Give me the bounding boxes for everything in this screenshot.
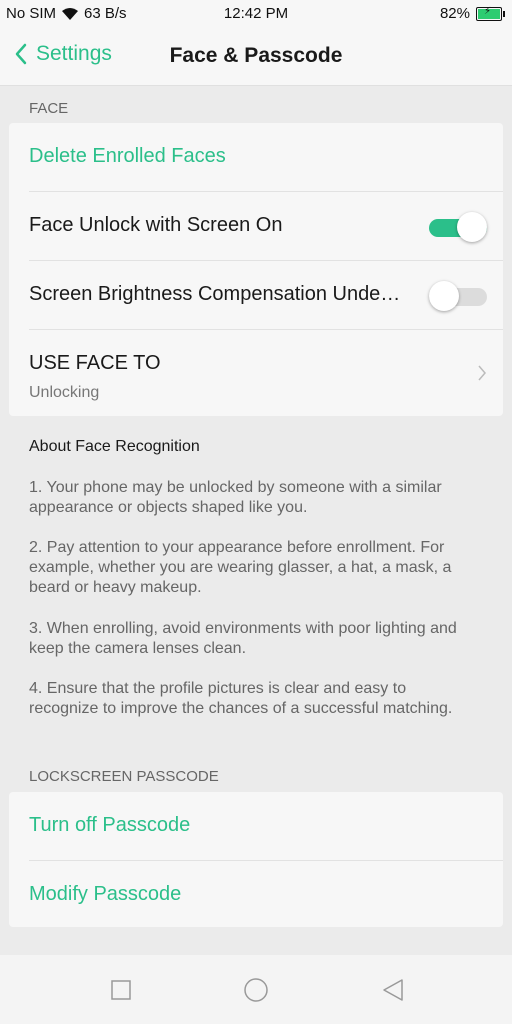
page-title: Face & Passcode (169, 44, 343, 67)
about-item: 1. Your phone may be unlocked by someone… (29, 479, 442, 516)
battery-charging-icon (476, 6, 505, 21)
turn-off-passcode-row[interactable]: Turn off Passcode (29, 792, 503, 861)
face-unlock-row: Face Unlock with Screen On (29, 192, 503, 261)
battery-percent: 82% (439, 5, 470, 22)
delete-enrolled-faces-label: Delete Enrolled Faces (29, 145, 226, 167)
about-item: 2. Pay attention to your appearance befo… (29, 539, 452, 596)
use-face-to-row[interactable]: USE FACE TO Unlocking (29, 330, 503, 418)
modify-passcode-row[interactable]: Modify Passcode (29, 861, 503, 930)
chevron-right-icon (478, 365, 486, 381)
about-item: 3. When enrolling, avoid environments wi… (29, 620, 457, 657)
brightness-compensation-toggle[interactable] (429, 281, 487, 311)
back-triangle-icon[interactable] (380, 977, 406, 1003)
face-section-header: FACE (29, 100, 69, 117)
navigation-bar: Settings Face & Passcode (0, 28, 512, 86)
system-navigation-bar (0, 955, 512, 1024)
brightness-compensation-row: Screen Brightness Compensation Unde… (29, 261, 503, 330)
delete-enrolled-faces-row[interactable]: Delete Enrolled Faces (29, 123, 503, 192)
home-circle-icon[interactable] (243, 977, 269, 1003)
clock: 12:42 PM (223, 5, 289, 22)
status-bar: No SIM 63 B/s 12:42 PM 82% (0, 0, 512, 28)
recents-square-icon[interactable] (108, 977, 134, 1003)
face-card: Delete Enrolled Faces Face Unlock with S… (9, 123, 503, 416)
face-unlock-toggle[interactable] (429, 212, 487, 242)
about-item: 4. Ensure that the profile pictures is c… (29, 680, 453, 717)
passcode-card: Turn off Passcode Modify Passcode (9, 792, 503, 927)
use-face-to-label: USE FACE TO (29, 352, 161, 374)
use-face-to-value: Unlocking (29, 384, 100, 401)
modify-passcode-label: Modify Passcode (29, 883, 182, 905)
status-right: 82% (439, 5, 505, 22)
passcode-section-header: LOCKSCREEN PASSCODE (29, 768, 219, 785)
about-face-recognition-title: About Face Recognition (29, 438, 200, 455)
turn-off-passcode-label: Turn off Passcode (29, 814, 191, 836)
brightness-compensation-label: Screen Brightness Compensation Unde… (29, 283, 401, 305)
face-unlock-label: Face Unlock with Screen On (29, 214, 283, 236)
